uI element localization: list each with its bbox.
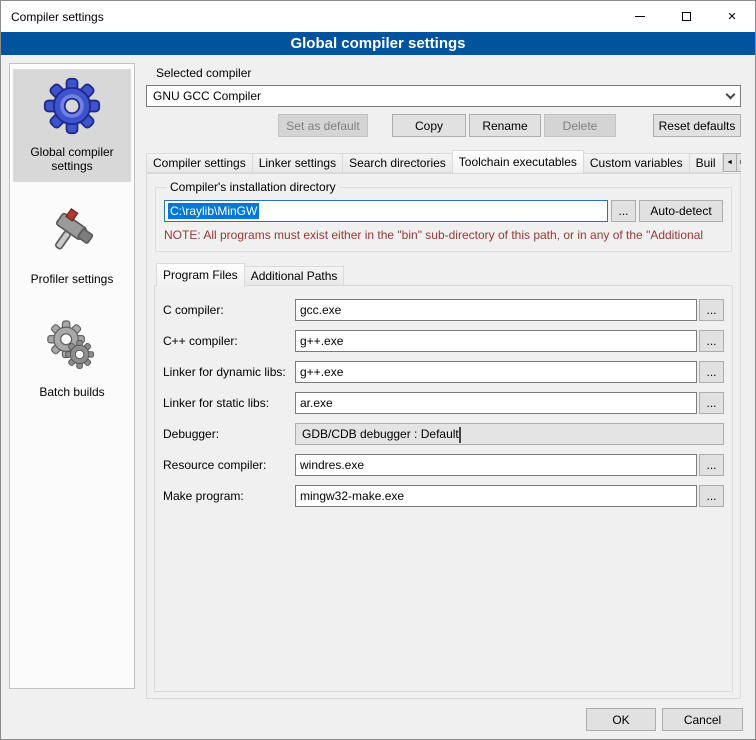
static-linker-browse-button[interactable]: ... bbox=[699, 392, 724, 414]
debugger-select[interactable]: GDB/CDB debugger : Default bbox=[295, 423, 724, 445]
sidebar-item-global-compiler-settings[interactable]: Global compiler settings bbox=[13, 69, 131, 182]
static-linker-input[interactable] bbox=[295, 392, 697, 414]
rename-button[interactable]: Rename bbox=[469, 114, 541, 137]
make-program-input[interactable] bbox=[295, 485, 697, 507]
tab-search-directories[interactable]: Search directories bbox=[342, 153, 453, 173]
tab-program-files[interactable]: Program Files bbox=[156, 263, 245, 287]
field-row-static-linker: Linker for static libs: ... bbox=[163, 392, 724, 414]
sidebar-item-label: Profiler settings bbox=[15, 272, 129, 286]
installation-directory-group: Compiler's installation directory C:\ray… bbox=[155, 180, 732, 252]
compiler-select[interactable]: GNU GCC Compiler bbox=[146, 85, 741, 107]
tab-build-clipped[interactable]: Buil bbox=[689, 153, 723, 173]
dynamic-linker-browse-button[interactable]: ... bbox=[699, 361, 724, 383]
tab-compiler-settings[interactable]: Compiler settings bbox=[146, 153, 253, 173]
dynamic-linker-label: Linker for dynamic libs: bbox=[163, 365, 295, 379]
browse-directory-button[interactable]: ... bbox=[611, 200, 636, 222]
c-compiler-browse-button[interactable]: ... bbox=[699, 299, 724, 321]
page-title: Global compiler settings bbox=[1, 32, 755, 55]
installation-directory-row: C:\raylib\MinGW ... Auto-detect bbox=[164, 200, 723, 222]
ok-button[interactable]: OK bbox=[586, 708, 656, 731]
chevron-down-icon bbox=[720, 86, 740, 106]
tab-linker-settings[interactable]: Linker settings bbox=[252, 153, 343, 173]
main-panel: Selected compiler GNU GCC Compiler Set a… bbox=[146, 63, 741, 699]
compiler-settings-window: Compiler settings × Global compiler sett… bbox=[0, 0, 756, 740]
tab-scroll-buttons: ◄ ► bbox=[723, 153, 741, 172]
cpp-compiler-browse-button[interactable]: ... bbox=[699, 330, 724, 352]
chevron-down-icon bbox=[459, 427, 461, 441]
dynamic-linker-input[interactable] bbox=[295, 361, 697, 383]
cpp-compiler-input[interactable] bbox=[295, 330, 697, 352]
field-row-resource-compiler: Resource compiler: ... bbox=[163, 454, 724, 476]
c-compiler-input[interactable] bbox=[295, 299, 697, 321]
sidebar-item-batch-builds[interactable]: Batch builds bbox=[13, 309, 131, 408]
resource-compiler-label: Resource compiler: bbox=[163, 458, 295, 472]
dialog-footer: OK Cancel bbox=[586, 708, 743, 731]
static-linker-label: Linker for static libs: bbox=[163, 396, 295, 410]
debugger-select-value: GDB/CDB debugger : Default bbox=[302, 427, 459, 441]
installation-directory-value: C:\raylib\MinGW bbox=[168, 203, 259, 219]
titlebar: Compiler settings × bbox=[1, 1, 755, 32]
copy-button[interactable]: Copy bbox=[392, 114, 466, 137]
tab-scroll-left-icon[interactable]: ◄ bbox=[723, 153, 737, 172]
compiler-buttons-row: Set as default Copy Rename Delete Reset … bbox=[146, 114, 741, 137]
field-row-dynamic-linker: Linker for dynamic libs: ... bbox=[163, 361, 724, 383]
maximize-icon[interactable] bbox=[663, 1, 709, 32]
minimize-icon[interactable] bbox=[617, 1, 663, 32]
resource-compiler-input[interactable] bbox=[295, 454, 697, 476]
toolchain-executables-panel: Compiler's installation directory C:\ray… bbox=[146, 173, 741, 699]
field-row-debugger: Debugger: GDB/CDB debugger : Default bbox=[163, 423, 724, 445]
sidebar-item-label: Global compiler settings bbox=[15, 145, 129, 173]
program-files-tabstrip: Program Files Additional Paths bbox=[154, 263, 733, 286]
make-program-browse-button[interactable]: ... bbox=[699, 485, 724, 507]
sidebar-item-label: Batch builds bbox=[15, 385, 129, 399]
profiler-tool-icon bbox=[15, 201, 129, 265]
field-row-make-program: Make program: ... bbox=[163, 485, 724, 507]
make-program-label: Make program: bbox=[163, 489, 295, 503]
blue-gear-icon bbox=[15, 74, 129, 138]
tab-custom-variables[interactable]: Custom variables bbox=[583, 153, 690, 173]
window-title: Compiler settings bbox=[1, 10, 617, 24]
sidebar-item-profiler-settings[interactable]: Profiler settings bbox=[13, 196, 131, 295]
field-row-cpp-compiler: C++ compiler: ... bbox=[163, 330, 724, 352]
delete-button: Delete bbox=[544, 114, 616, 137]
dialog-body: Global compiler settings Profiler settin… bbox=[1, 55, 755, 739]
cpp-compiler-label: C++ compiler: bbox=[163, 334, 295, 348]
reset-defaults-button[interactable]: Reset defaults bbox=[653, 114, 741, 137]
field-row-c-compiler: C compiler: ... bbox=[163, 299, 724, 321]
set-as-default-button: Set as default bbox=[278, 114, 368, 137]
settings-tabstrip: Compiler settings Linker settings Search… bbox=[146, 150, 741, 173]
tab-additional-paths[interactable]: Additional Paths bbox=[244, 266, 345, 286]
tab-scroll-right-icon[interactable]: ► bbox=[736, 153, 741, 172]
installation-directory-legend: Compiler's installation directory bbox=[167, 180, 339, 194]
resource-compiler-browse-button[interactable]: ... bbox=[699, 454, 724, 476]
c-compiler-label: C compiler: bbox=[163, 303, 295, 317]
program-files-panel: C compiler: ... C++ compiler: ... Linker… bbox=[154, 285, 733, 692]
installation-directory-input[interactable]: C:\raylib\MinGW bbox=[164, 200, 608, 222]
gray-gears-icon bbox=[15, 314, 129, 378]
tab-toolchain-executables[interactable]: Toolchain executables bbox=[452, 150, 584, 173]
close-icon[interactable]: × bbox=[709, 1, 755, 32]
debugger-label: Debugger: bbox=[163, 427, 295, 441]
auto-detect-button[interactable]: Auto-detect bbox=[639, 200, 723, 222]
selected-compiler-label: Selected compiler bbox=[156, 66, 741, 80]
settings-sidebar: Global compiler settings Profiler settin… bbox=[9, 63, 135, 689]
bin-subdirectory-note: NOTE: All programs must exist either in … bbox=[164, 228, 723, 242]
compiler-select-value: GNU GCC Compiler bbox=[153, 89, 261, 103]
cancel-button[interactable]: Cancel bbox=[662, 708, 743, 731]
